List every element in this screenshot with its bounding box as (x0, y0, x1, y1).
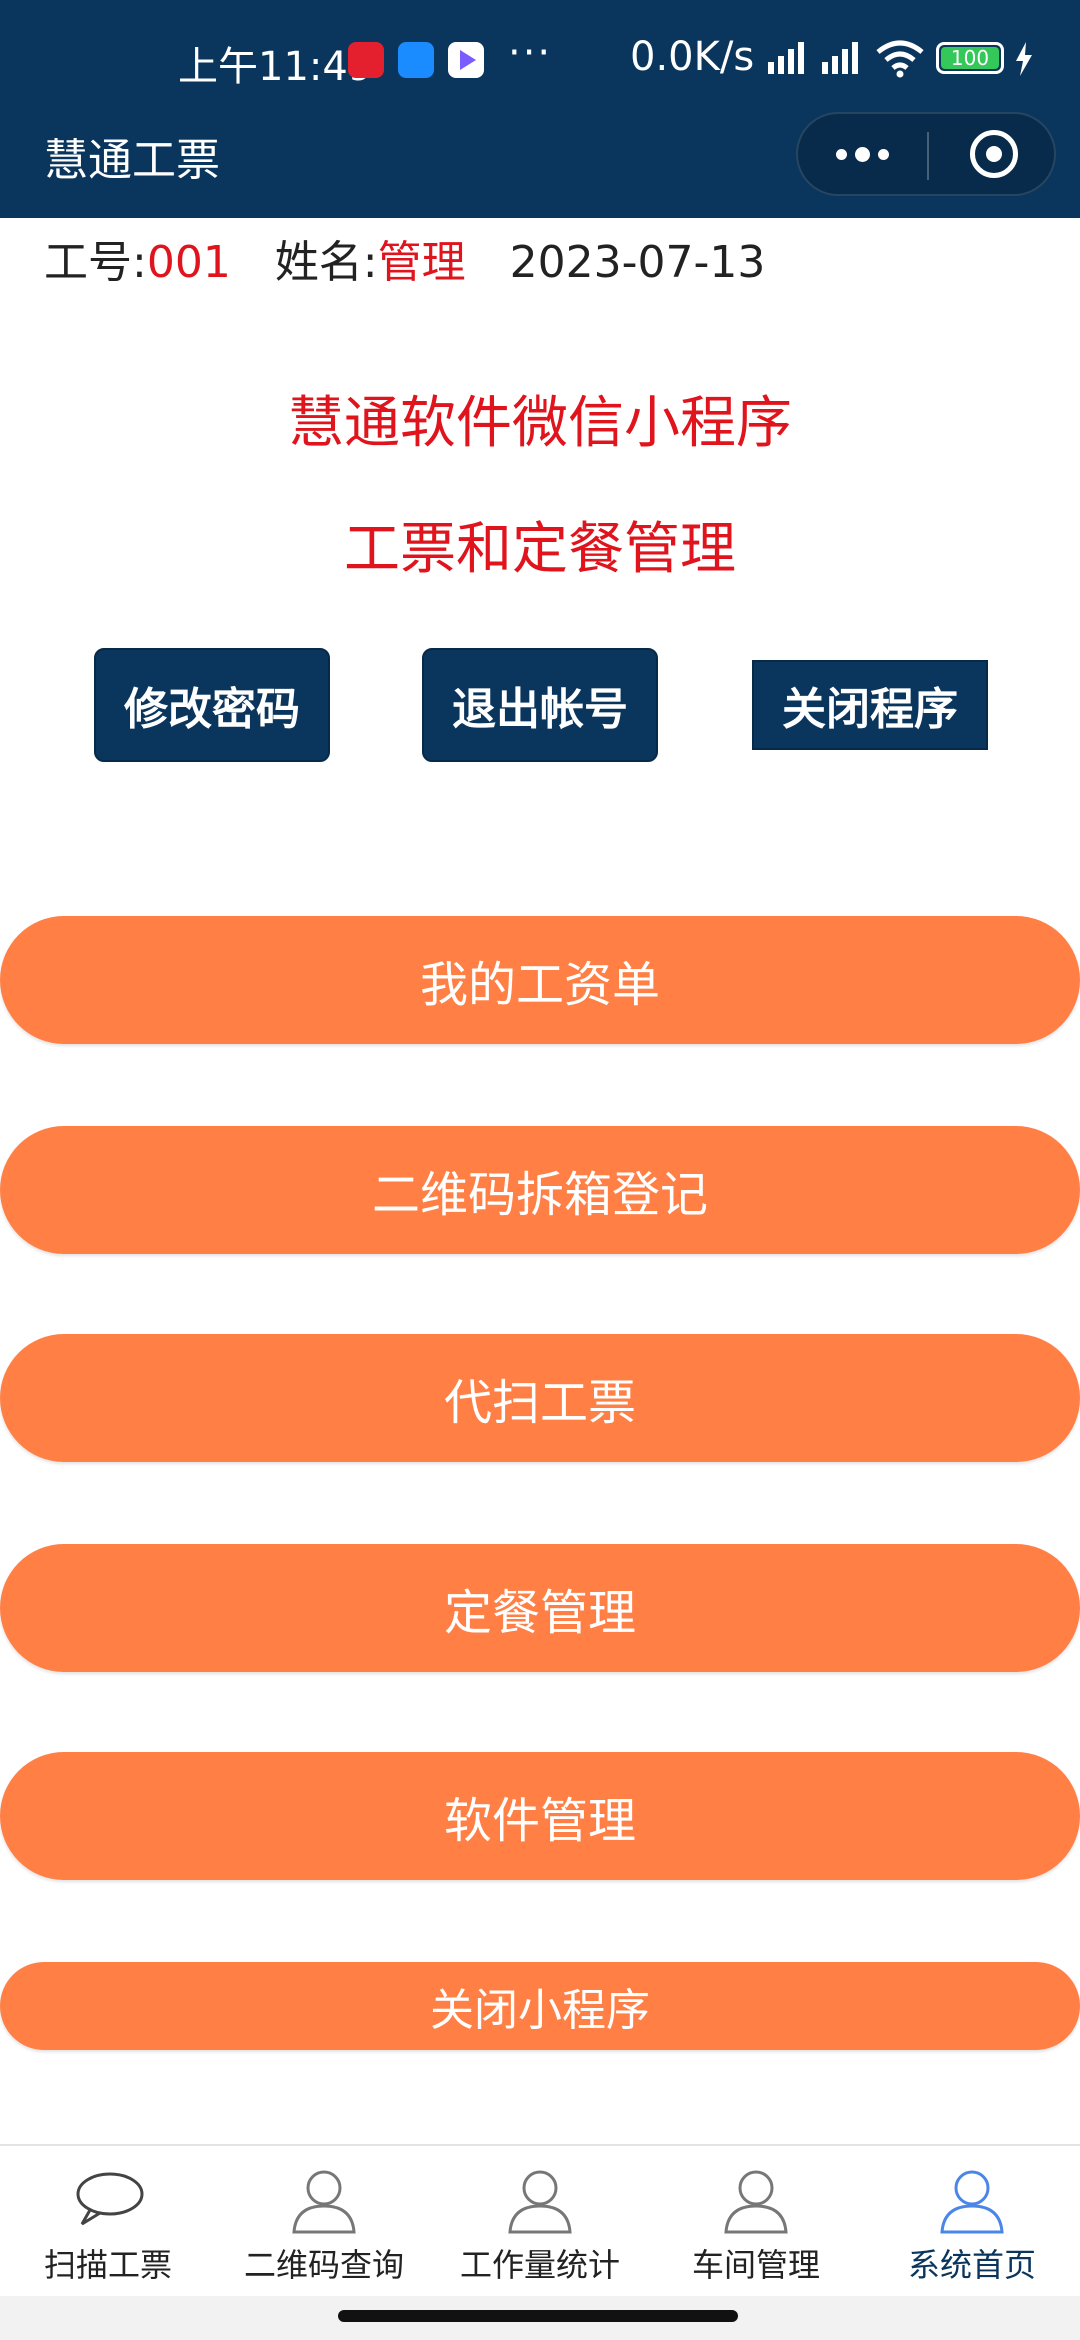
tab-label: 系统首页 (907, 2246, 1036, 2284)
more-dot-icon (835, 148, 847, 160)
meal-ordering-button[interactable]: 定餐管理 (0, 1544, 1080, 1672)
signal-icon (768, 42, 804, 74)
status-more-dots: ··· (508, 30, 553, 76)
headline-line-2: 工票和定餐管理 (344, 517, 736, 582)
employee-name-label: 姓名: (274, 237, 378, 288)
miniprogram-capsule (796, 112, 1056, 196)
app-notification-icon (398, 42, 434, 78)
qr-unpacking-register-button[interactable]: 二维码拆箱登记 (0, 1126, 1080, 1254)
video-app-icon (448, 42, 484, 78)
tab-workshop-management[interactable]: 车间管理 (648, 2146, 864, 2296)
battery-icon: 100 (936, 42, 1004, 74)
current-date: 2023-07-13 (509, 237, 766, 288)
tmall-app-icon (348, 42, 384, 78)
tab-scan-ticket[interactable]: 扫描工票 (0, 2146, 216, 2296)
tab-qr-query[interactable]: 二维码查询 (216, 2146, 432, 2296)
software-management-button[interactable]: 软件管理 (0, 1752, 1080, 1880)
more-dot-icon (854, 146, 870, 162)
app-header: 上午11:49 ··· 0.0K/s 100 慧通工票 (0, 0, 1080, 218)
capsule-divider (927, 132, 929, 180)
system-gesture-area (0, 2296, 1080, 2340)
chat-bubble-icon (76, 2172, 144, 2226)
my-payslip-button[interactable]: 我的工资单 (0, 916, 1080, 1044)
more-dot-icon (877, 148, 889, 160)
tab-label: 车间管理 (691, 2246, 820, 2284)
tab-system-home[interactable]: 系统首页 (864, 2146, 1080, 2296)
status-time: 上午11:49 (178, 44, 374, 90)
tab-label: 二维码查询 (243, 2246, 404, 2284)
employee-id-label: 工号: (44, 237, 147, 288)
user-icon (508, 2170, 572, 2234)
close-program-button[interactable]: 关闭程序 (752, 660, 988, 750)
user-info: 工号:001 姓名:管理 2023-07-13 (44, 226, 765, 290)
employee-name-value: 管理 (377, 237, 466, 288)
charging-icon (1016, 42, 1032, 76)
bottom-tab-bar: 扫描工票 二维码查询 工作量统计 车间管理 系统首页 (0, 2144, 1080, 2296)
close-miniprogram-button[interactable] (930, 114, 1058, 194)
signal-icon-2 (822, 42, 858, 74)
logout-button[interactable]: 退出帐号 (422, 648, 658, 762)
battery-level: 100 (941, 47, 999, 69)
wifi-icon (876, 40, 924, 78)
user-icon (724, 2170, 788, 2234)
tab-label: 扫描工票 (43, 2246, 172, 2284)
close-target-icon (970, 130, 1018, 178)
close-miniprogram-menu-button[interactable]: 关闭小程序 (0, 1962, 1080, 2050)
network-speed: 0.0K/s (630, 34, 755, 80)
user-icon (940, 2170, 1004, 2234)
tab-label: 工作量统计 (459, 2246, 620, 2284)
status-bar: 上午11:49 ··· 0.0K/s 100 (0, 0, 1080, 118)
home-indicator[interactable] (338, 2310, 738, 2322)
proxy-scan-ticket-button[interactable]: 代扫工票 (0, 1334, 1080, 1462)
page-title: 慧通工票 (44, 135, 220, 186)
more-options-button[interactable] (798, 114, 926, 194)
user-icon (292, 2170, 356, 2234)
tab-workload-stats[interactable]: 工作量统计 (432, 2146, 648, 2296)
change-password-button[interactable]: 修改密码 (94, 648, 330, 762)
headline-line-1: 慧通软件微信小程序 (288, 391, 792, 456)
employee-id-value: 001 (146, 237, 231, 288)
